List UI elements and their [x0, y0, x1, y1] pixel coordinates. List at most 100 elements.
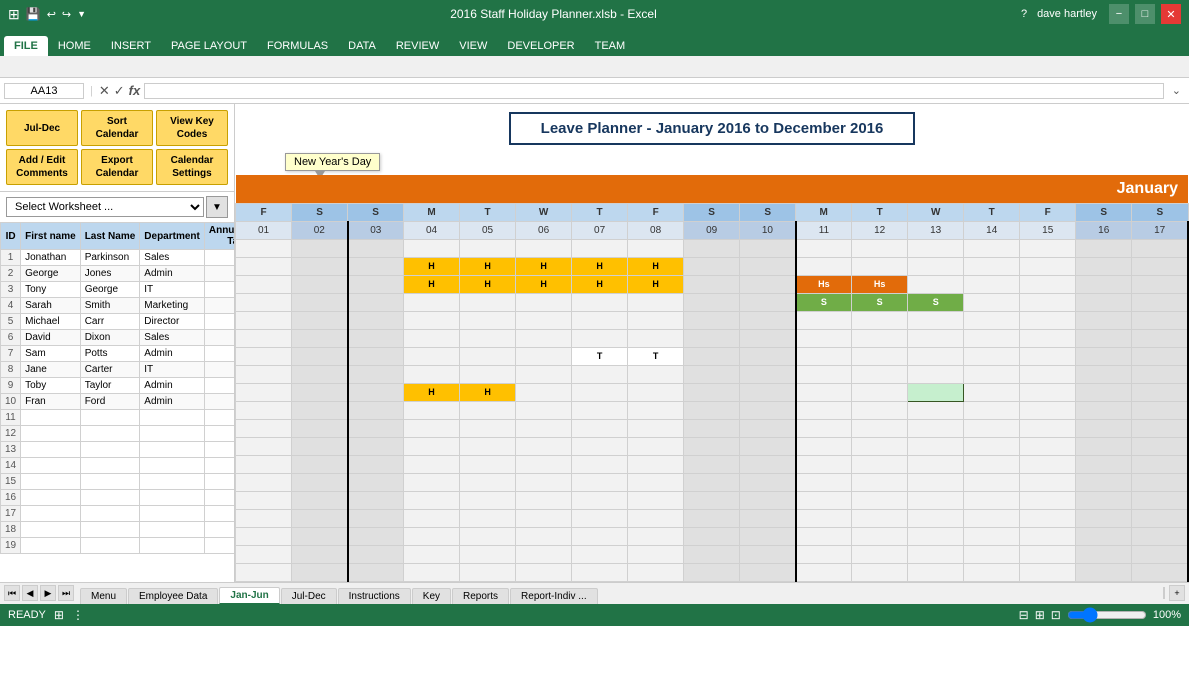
- cal-cell-3-1[interactable]: [292, 275, 348, 293]
- cal-cell-5-16[interactable]: [1132, 311, 1188, 329]
- cal-cell-5-8[interactable]: [684, 311, 740, 329]
- cal-cell-1-0[interactable]: [236, 239, 292, 257]
- cal-cell-1-8[interactable]: [684, 239, 740, 257]
- cal-cell-5-2[interactable]: [348, 311, 404, 329]
- sheet-tab-report-indiv-...[interactable]: Report-Indiv ...: [510, 588, 598, 604]
- cal-cell-1-5[interactable]: [516, 239, 572, 257]
- view-key-codes-button[interactable]: View Key Codes: [156, 110, 228, 146]
- cal-cell-9-6[interactable]: [572, 383, 628, 401]
- cal-cell-4-1[interactable]: [292, 293, 348, 311]
- tab-view[interactable]: VIEW: [449, 36, 497, 56]
- cal-cell-7-5[interactable]: [516, 347, 572, 365]
- maximize-button[interactable]: □: [1135, 4, 1155, 24]
- cal-cell-1-3[interactable]: [404, 239, 460, 257]
- cal-cell-7-2[interactable]: [348, 347, 404, 365]
- cal-cell-9-5[interactable]: [516, 383, 572, 401]
- cal-cell-2-12[interactable]: [908, 257, 964, 275]
- cal-cell-2-9[interactable]: [740, 257, 796, 275]
- cal-cell-7-8[interactable]: [684, 347, 740, 365]
- cal-cell-2-7[interactable]: H: [628, 257, 684, 275]
- cal-cell-9-4[interactable]: H: [460, 383, 516, 401]
- cal-cell-10-10[interactable]: [796, 401, 852, 419]
- cal-cell-4-9[interactable]: [740, 293, 796, 311]
- cal-cell-4-8[interactable]: [684, 293, 740, 311]
- cal-cell-9-1[interactable]: [292, 383, 348, 401]
- tab-add-button[interactable]: +: [1169, 585, 1185, 601]
- close-button[interactable]: ✕: [1161, 4, 1181, 24]
- cal-cell-1-1[interactable]: [292, 239, 348, 257]
- cal-cell-10-6[interactable]: [572, 401, 628, 419]
- cal-cell-2-5[interactable]: H: [516, 257, 572, 275]
- export-calendar-button[interactable]: Export Calendar: [81, 149, 153, 185]
- formula-input[interactable]: [144, 83, 1164, 99]
- calendar-scroll-wrapper[interactable]: JanuaryFSSMTWTFSSMTWTFSS0102030405060708…: [235, 175, 1189, 582]
- cal-cell-7-0[interactable]: [236, 347, 292, 365]
- cal-cell-8-0[interactable]: [236, 365, 292, 383]
- cal-cell-8-6[interactable]: [572, 365, 628, 383]
- cal-cell-3-7[interactable]: H: [628, 275, 684, 293]
- quick-access-more[interactable]: ▼: [77, 9, 86, 19]
- quick-access-redo[interactable]: ↪: [62, 8, 71, 21]
- cal-cell-3-10[interactable]: Hs: [796, 275, 852, 293]
- calendar-settings-button[interactable]: Calendar Settings: [156, 149, 228, 185]
- cal-cell-1-13[interactable]: [964, 239, 1020, 257]
- cal-cell-2-10[interactable]: [796, 257, 852, 275]
- cal-cell-5-14[interactable]: [1020, 311, 1076, 329]
- cal-cell-5-7[interactable]: [628, 311, 684, 329]
- cal-cell-4-0[interactable]: [236, 293, 292, 311]
- sheet-tab-scroll-next[interactable]: ▶: [40, 585, 56, 601]
- cal-cell-5-12[interactable]: [908, 311, 964, 329]
- cal-cell-1-2[interactable]: [348, 239, 404, 257]
- cal-cell-6-3[interactable]: [404, 329, 460, 347]
- confirm-icon[interactable]: ✓: [114, 83, 125, 99]
- cal-cell-4-10[interactable]: S: [796, 293, 852, 311]
- cal-cell-7-4[interactable]: [460, 347, 516, 365]
- cal-cell-8-4[interactable]: [460, 365, 516, 383]
- cal-cell-5-5[interactable]: [516, 311, 572, 329]
- cal-cell-5-1[interactable]: [292, 311, 348, 329]
- cal-cell-9-12[interactable]: [908, 383, 964, 401]
- cal-cell-10-0[interactable]: [236, 401, 292, 419]
- sheet-tab-reports[interactable]: Reports: [452, 588, 509, 604]
- cal-cell-10-14[interactable]: [1020, 401, 1076, 419]
- cal-cell-1-12[interactable]: [908, 239, 964, 257]
- cal-cell-3-8[interactable]: [684, 275, 740, 293]
- cal-cell-8-14[interactable]: [1020, 365, 1076, 383]
- cal-cell-9-16[interactable]: [1132, 383, 1188, 401]
- tab-insert[interactable]: INSERT: [101, 36, 161, 56]
- tab-review[interactable]: REVIEW: [386, 36, 449, 56]
- cal-cell-4-3[interactable]: [404, 293, 460, 311]
- name-box[interactable]: [4, 83, 84, 99]
- cal-cell-4-15[interactable]: [1076, 293, 1132, 311]
- cal-cell-6-7[interactable]: [628, 329, 684, 347]
- cal-cell-6-14[interactable]: [1020, 329, 1076, 347]
- cal-cell-3-16[interactable]: [1132, 275, 1188, 293]
- cal-cell-3-0[interactable]: [236, 275, 292, 293]
- cal-cell-2-11[interactable]: [852, 257, 908, 275]
- cal-cell-9-9[interactable]: [740, 383, 796, 401]
- cal-cell-10-1[interactable]: [292, 401, 348, 419]
- cal-cell-6-9[interactable]: [740, 329, 796, 347]
- cal-cell-6-8[interactable]: [684, 329, 740, 347]
- cal-cell-8-5[interactable]: [516, 365, 572, 383]
- tab-scrollbar[interactable]: [1163, 587, 1165, 599]
- cal-cell-2-13[interactable]: [964, 257, 1020, 275]
- cal-cell-10-15[interactable]: [1076, 401, 1132, 419]
- cal-cell-1-9[interactable]: [740, 239, 796, 257]
- cal-cell-9-14[interactable]: [1020, 383, 1076, 401]
- cal-cell-5-10[interactable]: [796, 311, 852, 329]
- cal-cell-3-4[interactable]: H: [460, 275, 516, 293]
- cal-cell-1-10[interactable]: [796, 239, 852, 257]
- cal-cell-9-2[interactable]: [348, 383, 404, 401]
- sheet-tab-instructions[interactable]: Instructions: [338, 588, 411, 604]
- cal-cell-6-11[interactable]: [852, 329, 908, 347]
- cal-cell-6-15[interactable]: [1076, 329, 1132, 347]
- sheet-tab-scroll-first[interactable]: ⏮: [4, 585, 20, 601]
- formula-expand-icon[interactable]: ⌄: [1168, 84, 1185, 97]
- cal-cell-2-3[interactable]: H: [404, 257, 460, 275]
- cal-cell-6-16[interactable]: [1132, 329, 1188, 347]
- cal-cell-3-6[interactable]: H: [572, 275, 628, 293]
- tab-developer[interactable]: DEVELOPER: [497, 36, 584, 56]
- sheet-tab-employee-data[interactable]: Employee Data: [128, 588, 218, 604]
- cal-cell-7-1[interactable]: [292, 347, 348, 365]
